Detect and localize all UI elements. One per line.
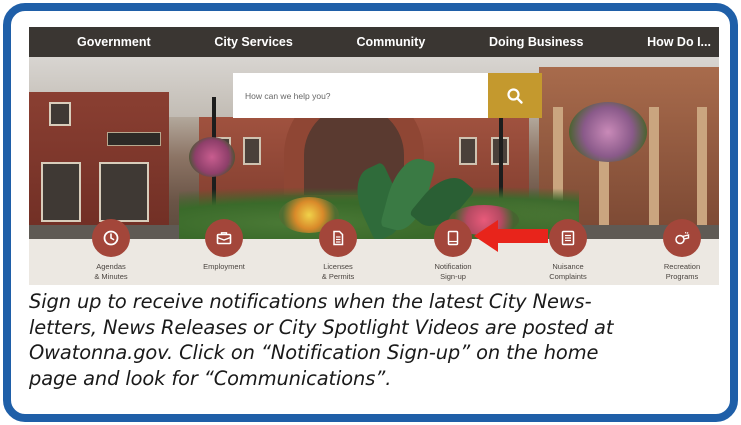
whistle-icon bbox=[675, 231, 690, 245]
caption-line: page and look for “Communications”. bbox=[29, 366, 392, 390]
briefcase-icon bbox=[216, 232, 232, 245]
quick-link-label: Licenses & Permits bbox=[321, 262, 355, 281]
pointer-arrow-icon bbox=[474, 220, 548, 252]
search-button[interactable] bbox=[488, 73, 542, 118]
search-icon bbox=[507, 87, 523, 104]
caption-line: Sign up to receive notifications when th… bbox=[29, 290, 592, 313]
search-input[interactable] bbox=[233, 73, 488, 118]
caption-text: Sign up to receive notifications when th… bbox=[29, 289, 719, 391]
quick-link-label: Recreation Programs bbox=[663, 262, 701, 281]
nav-item-city-services[interactable]: City Services bbox=[214, 35, 293, 49]
quick-link-recreation-programs[interactable]: Recreation Programs bbox=[642, 219, 719, 281]
nav-item-how-do-i[interactable]: How Do I... bbox=[647, 35, 711, 49]
list-icon bbox=[561, 230, 575, 246]
quick-link-label: Notification Sign-up bbox=[434, 262, 472, 281]
quick-link-label: Employment bbox=[203, 262, 245, 271]
quick-link-agendas-minutes[interactable]: Agendas & Minutes bbox=[71, 219, 151, 281]
caption-line: Owatonna.gov. Click on “Notification Sig… bbox=[29, 341, 599, 365]
tablet-icon bbox=[447, 230, 459, 246]
nav-item-community[interactable]: Community bbox=[357, 35, 426, 49]
nav-item-government[interactable]: Government bbox=[77, 35, 151, 49]
caption-line: letters, News Releases or City Spotlight… bbox=[29, 315, 614, 339]
quick-link-employment[interactable]: Employment bbox=[184, 219, 264, 272]
quick-link-label: Agendas & Minutes bbox=[94, 262, 128, 281]
storefront-sign bbox=[107, 132, 161, 146]
top-navigation: Government City Services Community Doing… bbox=[29, 27, 719, 57]
nav-item-doing-business[interactable]: Doing Business bbox=[489, 35, 583, 49]
quick-link-label: Nuisance Complaints bbox=[549, 262, 587, 281]
document-icon bbox=[333, 230, 344, 246]
website-screenshot: Government City Services Community Doing… bbox=[29, 27, 719, 285]
quick-link-licenses-permits[interactable]: Licenses & Permits bbox=[298, 219, 378, 281]
clock-icon bbox=[103, 230, 119, 246]
